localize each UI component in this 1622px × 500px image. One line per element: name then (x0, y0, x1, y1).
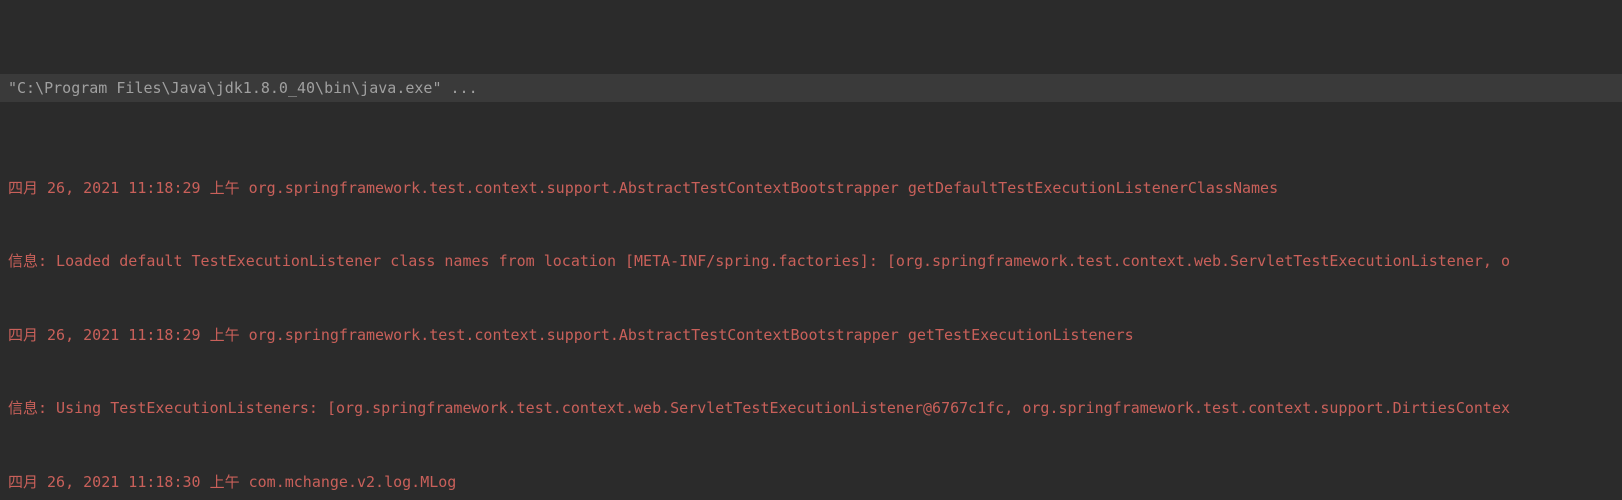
log-line: 四月 26, 2021 11:18:29 上午 org.springframew… (0, 323, 1622, 348)
command-text: "C:\Program Files\Java\jdk1.8.0_40\bin\j… (8, 79, 478, 97)
console-output[interactable]: "C:\Program Files\Java\jdk1.8.0_40\bin\j… (0, 0, 1622, 500)
log-line: 四月 26, 2021 11:18:29 上午 org.springframew… (0, 176, 1622, 201)
command-line: "C:\Program Files\Java\jdk1.8.0_40\bin\j… (0, 74, 1622, 103)
log-line: 信息: Loaded default TestExecutionListener… (0, 249, 1622, 274)
log-line: 信息: Using TestExecutionListeners: [org.s… (0, 396, 1622, 421)
log-line: 四月 26, 2021 11:18:30 上午 com.mchange.v2.l… (0, 470, 1622, 495)
